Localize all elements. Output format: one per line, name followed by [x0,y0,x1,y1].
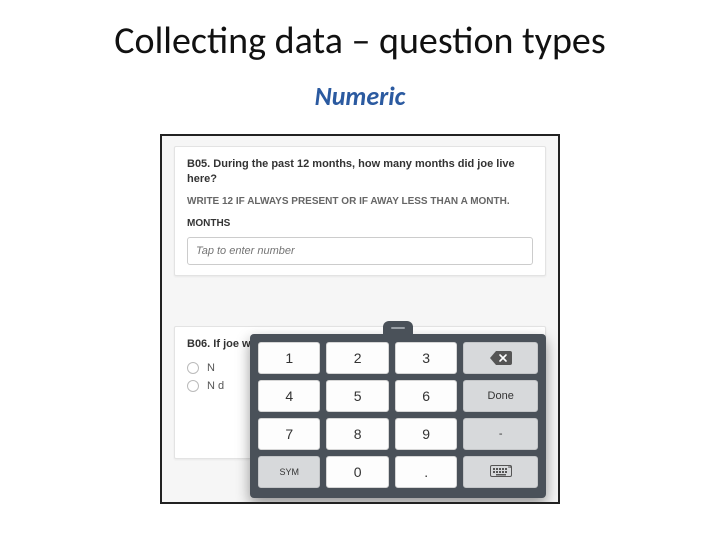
key-keyboard-toggle[interactable] [463,456,538,488]
slide-title: Collecting data – question types [0,18,720,64]
backspace-icon [490,351,512,365]
slide-subtitle: Numeric [0,80,720,112]
numeric-keypad: 1 2 3 4 5 6 Done [250,321,546,498]
radio-icon [187,362,199,374]
keypad-handle[interactable] [383,321,413,335]
radio-icon [187,380,199,392]
key-7[interactable]: 7 [258,418,320,450]
option-label: N d [207,380,224,392]
key-done[interactable]: Done [463,380,538,412]
key-8[interactable]: 8 [326,418,388,450]
key-1[interactable]: 1 [258,342,320,374]
option-label: N [207,362,215,374]
key-3[interactable]: 3 [395,342,457,374]
key-0[interactable]: 0 [326,456,388,488]
question-card-b05: B05. During the past 12 months, how many… [174,146,546,276]
key-5[interactable]: 5 [326,380,388,412]
key-9[interactable]: 9 [395,418,457,450]
key-4[interactable]: 4 [258,380,320,412]
key-backspace[interactable] [463,342,538,374]
survey-screenshot: B05. During the past 12 months, how many… [160,134,560,504]
key-6[interactable]: 6 [395,380,457,412]
key-2[interactable]: 2 [326,342,388,374]
key-dash[interactable]: - [463,418,538,450]
key-sym[interactable]: SYM [258,456,320,488]
numeric-input[interactable] [187,237,533,265]
question-unit-label: MONTHS [187,218,533,229]
question-text-b05: B05. During the past 12 months, how many… [187,157,533,187]
question-instruction-b05: WRITE 12 IF ALWAYS PRESENT OR IF AWAY LE… [187,195,533,209]
keyboard-icon [490,465,512,479]
key-dot[interactable]: . [395,456,457,488]
